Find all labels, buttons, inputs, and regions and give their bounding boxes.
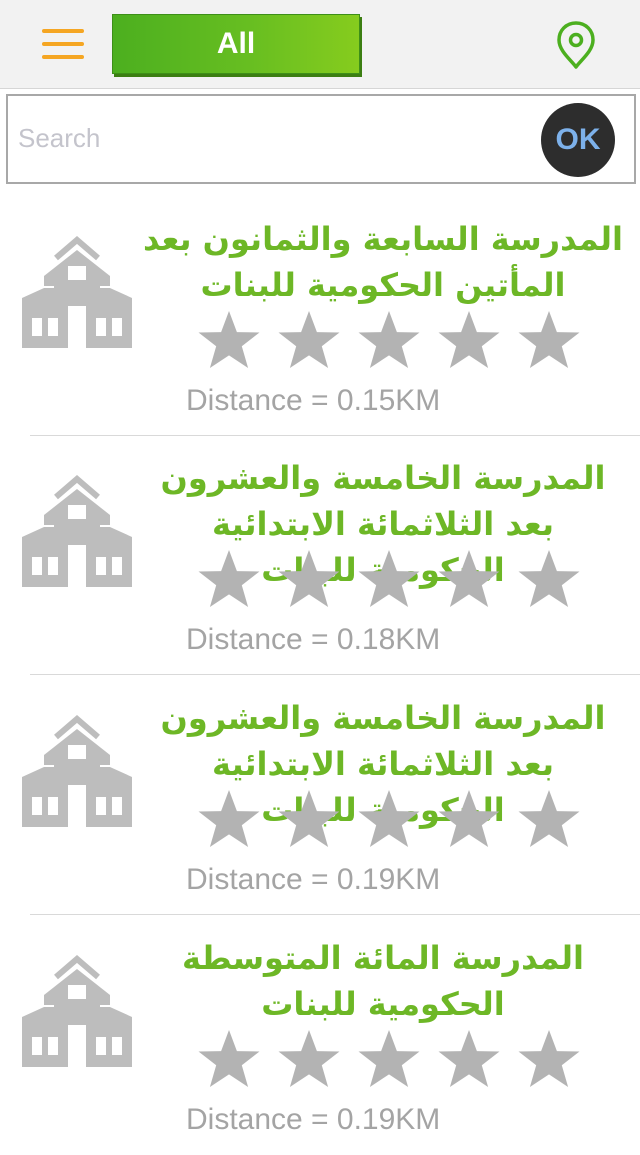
star-icon[interactable] <box>356 1027 422 1091</box>
filter-all-button[interactable]: All <box>112 14 360 74</box>
star-icon[interactable] <box>276 547 342 611</box>
distance-label: Distance = 0.19KM <box>186 1103 441 1136</box>
distance-label: Distance = 0.15KM <box>186 384 441 417</box>
star-icon[interactable] <box>356 308 422 372</box>
star-icon[interactable] <box>196 1027 262 1091</box>
search-input[interactable] <box>16 102 540 174</box>
star-icon[interactable] <box>276 787 342 851</box>
menu-button[interactable] <box>38 24 86 64</box>
school-building-icon <box>22 715 132 827</box>
star-icon[interactable] <box>516 308 582 372</box>
star-icon[interactable] <box>356 787 422 851</box>
star-icon[interactable] <box>276 308 342 372</box>
star-icon[interactable] <box>196 787 262 851</box>
star-icon[interactable] <box>436 547 502 611</box>
star-icon[interactable] <box>516 547 582 611</box>
rating-stars[interactable] <box>196 1027 596 1091</box>
star-icon[interactable] <box>516 1027 582 1091</box>
search-ok-button[interactable]: OK <box>541 103 615 177</box>
rating-stars[interactable] <box>196 308 596 372</box>
hamburger-icon-line <box>42 42 84 46</box>
star-icon[interactable] <box>276 1027 342 1091</box>
school-building-icon <box>22 236 132 348</box>
school-building-icon <box>22 955 132 1067</box>
school-name: المدرسة المائة المتوسطة الحكومية للبنات <box>182 939 584 1023</box>
star-icon[interactable] <box>196 308 262 372</box>
star-icon[interactable] <box>196 547 262 611</box>
star-icon[interactable] <box>436 1027 502 1091</box>
rating-stars[interactable] <box>196 547 596 611</box>
distance-label: Distance = 0.19KM <box>186 863 441 896</box>
star-icon[interactable] <box>436 787 502 851</box>
search-bar: OK <box>6 94 636 184</box>
top-bar: All <box>0 0 640 89</box>
star-icon[interactable] <box>436 308 502 372</box>
rating-stars[interactable] <box>196 787 596 851</box>
hamburger-icon-line <box>42 55 84 59</box>
school-list-item[interactable]: المدرسة المائة المتوسطة الحكومية للبنات … <box>0 915 640 1155</box>
star-icon[interactable] <box>516 787 582 851</box>
school-list-item[interactable]: المدرسة الخامسة والعشرون بعد الثلاثمائة … <box>0 675 640 915</box>
map-pin-icon <box>557 21 595 69</box>
school-building-icon <box>22 475 132 587</box>
school-list-item[interactable]: المدرسة الخامسة والعشرون بعد الثلاثمائة … <box>0 435 640 675</box>
distance-label: Distance = 0.18KM <box>186 623 441 656</box>
location-button[interactable] <box>554 20 598 70</box>
school-list-item[interactable]: المدرسة السابعة والثمانون بعد المأتين ال… <box>0 196 640 436</box>
star-icon[interactable] <box>356 547 422 611</box>
school-name: المدرسة السابعة والثمانون بعد المأتين ال… <box>142 220 624 304</box>
hamburger-icon-line <box>42 29 84 33</box>
